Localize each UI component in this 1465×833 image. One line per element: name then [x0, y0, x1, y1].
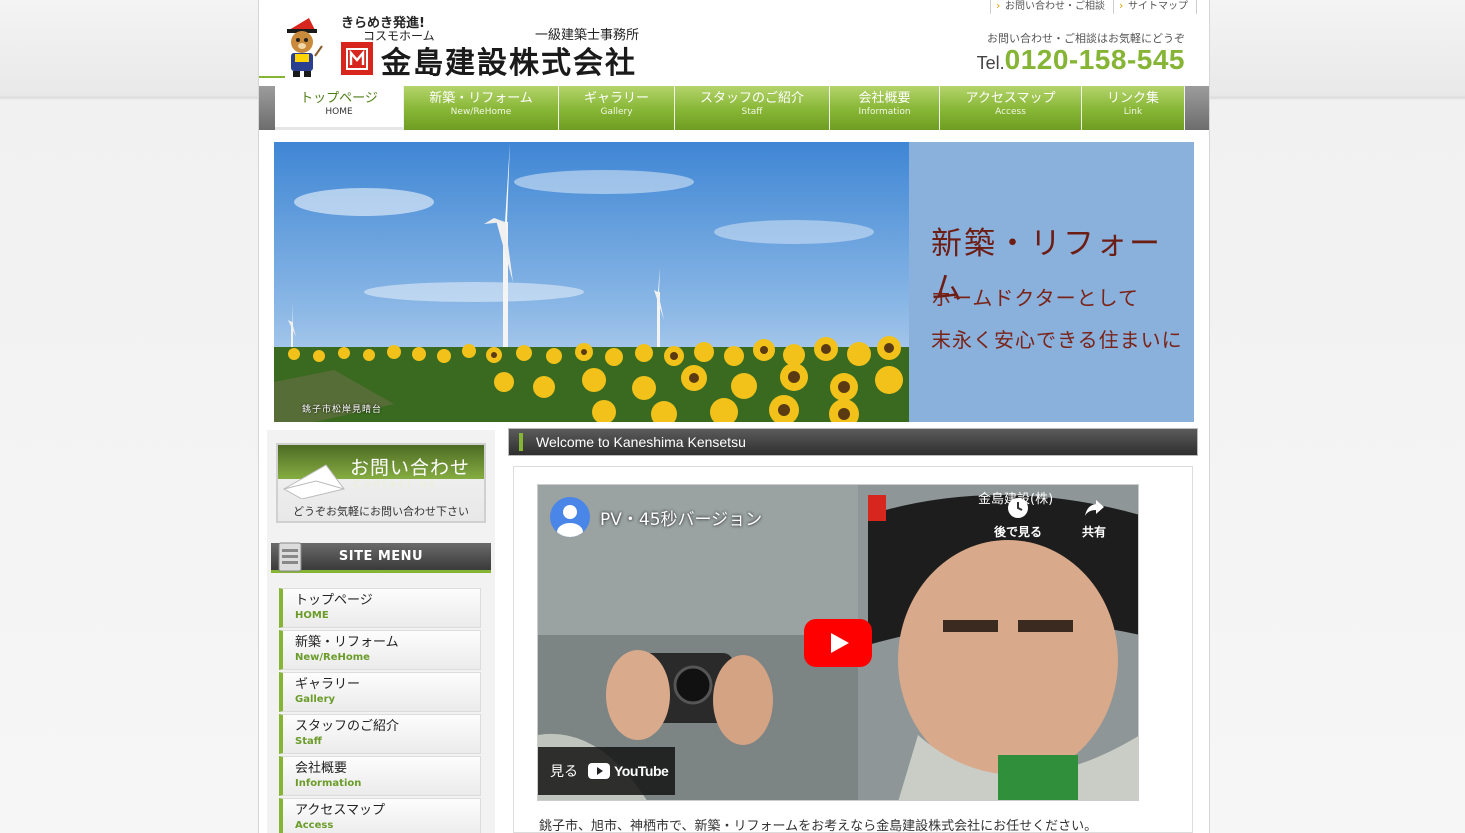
menu-label-en: Information [295, 778, 362, 789]
share-label: 共有 [1081, 525, 1106, 539]
nav-label-en: Gallery [600, 107, 633, 117]
nav-item-home[interactable]: トップページ HOME [275, 86, 404, 130]
contact-subtitle-en: Contact us [354, 479, 438, 490]
video-title[interactable]: PV・45秒バージョン [600, 505, 762, 530]
main-section-header: Welcome to Kaneshima Kensetsu [508, 428, 1198, 456]
contact-caption: どうぞお気軽にお問い合わせ下さい [293, 505, 469, 518]
site-menu-title: SITE MENU [338, 549, 424, 564]
menu-label-en: Access [295, 820, 334, 831]
channel-avatar-icon[interactable] [550, 497, 590, 537]
site-menu-list: トップページ HOME 新築・リフォーム New/ReHome ギャラリー Ga… [279, 588, 481, 833]
menu-label-ja: 新築・リフォーム [295, 635, 399, 650]
tel-number: 0120-158-545 [1004, 44, 1185, 75]
watch-later-button[interactable]: 後で見る [978, 497, 1058, 540]
top-link-sitemap[interactable]: サイトマップ [1113, 0, 1197, 14]
menu-label-ja: アクセスマップ [295, 803, 385, 818]
global-nav: トップページ HOME 新築・リフォーム New/ReHome ギャラリー Ga… [259, 86, 1209, 130]
nav-item-staff[interactable]: スタッフのご紹介 Staff [675, 86, 830, 130]
nav-item-new-rehome[interactable]: 新築・リフォーム New/ReHome [404, 86, 559, 130]
nav-label-ja: スタッフのご紹介 [699, 91, 804, 106]
nav-label-ja: リンク集 [1106, 91, 1159, 106]
menu-label-ja: ギャラリー [295, 677, 361, 692]
section-title: Welcome to Kaneshima Kensetsu [536, 434, 746, 450]
menu-label-en: New/ReHome [295, 652, 370, 663]
nav-label-en: HOME [325, 107, 353, 117]
menu-label-en: Staff [295, 736, 322, 747]
top-utility-links: お問い合わせ・ご相談 サイトマップ [990, 0, 1197, 14]
intro-paragraph: 銚子市、旭市、神栖市で、新築・リフォームをお考えなら金島建設株式会社にお任せくだ… [539, 819, 1098, 833]
watch-later-label: 後で見る [993, 525, 1042, 539]
menu-label-ja: スタッフのご紹介 [295, 719, 400, 734]
menu-item-new-rehome[interactable]: 新築・リフォーム New/ReHome [279, 630, 481, 670]
nav-label-en: Access [995, 107, 1026, 117]
sidebar: お問い合わせ Contact us どうぞお気軽にお問い合わせ下さい SITE … [267, 430, 495, 833]
nav-item-access[interactable]: アクセスマップ Access [940, 86, 1082, 130]
watch-label: 見る [550, 764, 578, 780]
hero-text-panel: 新築・リフォーム ホームドクターとして 末永く安心できる住まいに [909, 142, 1194, 422]
share-icon [1085, 500, 1104, 516]
nav-label-ja: ギャラリー [583, 91, 649, 106]
youtube-logo-icon [588, 763, 610, 779]
nav-end-cap [1187, 86, 1209, 130]
contact-banner[interactable]: お問い合わせ Contact us どうぞお気軽にお問い合わせ下さい [276, 443, 486, 523]
menu-label-ja: トップページ [295, 593, 373, 608]
menu-item-home[interactable]: トップページ HOME [279, 588, 481, 628]
watch-on-youtube-button[interactable]: 見る YouTube [538, 747, 675, 795]
nav-label-en: Staff [741, 107, 763, 117]
youtube-video-embed[interactable]: 金島建設(株) PV・45秒バージョン 後で見る [537, 484, 1139, 801]
menu-item-access[interactable]: アクセスマップ Access [279, 798, 481, 833]
top-link-contact[interactable]: お問い合わせ・ご相談 [990, 0, 1113, 14]
company-name[interactable]: 金島建設株式会社 [381, 38, 637, 82]
site-header: お問い合わせ・ご相談 サイトマップ きらめき発進! コスモホーム 一級建築士事務… [259, 0, 1211, 86]
page-container: お問い合わせ・ご相談 サイトマップ きらめき発進! コスモホーム 一級建築士事務… [258, 0, 1210, 833]
nav-label-en: Link [1123, 107, 1143, 117]
hero-banner: 銚子市松岸見晴台 新築・リフォーム ホームドクターとして 末永く安心できる住まい… [274, 142, 1194, 422]
nav-label-ja: トップページ [300, 91, 378, 106]
nav-label-ja: アクセスマップ [965, 91, 1056, 106]
share-button[interactable]: 共有 [1064, 497, 1124, 540]
phone-number[interactable]: Tel. 0120-158-545 [977, 44, 1185, 76]
menu-item-staff[interactable]: スタッフのご紹介 Staff [279, 714, 481, 754]
clock-icon [1008, 498, 1028, 518]
youtube-wordmark: YouTube [614, 763, 669, 779]
nav-label-ja: 新築・リフォーム [429, 91, 533, 106]
nav-label-en: Information [858, 107, 911, 117]
nav-item-link[interactable]: リンク集 Link [1082, 86, 1185, 130]
header-accent-line [259, 76, 285, 78]
nav-label-ja: 会社概要 [858, 91, 911, 106]
mascot-bear-icon [287, 18, 323, 77]
hero-photo-caption: 銚子市松岸見晴台 [302, 405, 383, 415]
site-menu-header: SITE MENU [271, 542, 491, 573]
header-accent-bar [519, 433, 523, 451]
play-button-icon[interactable] [804, 619, 872, 667]
tel-prefix: Tel. [976, 53, 1005, 73]
menu-label-en: Gallery [295, 694, 336, 705]
nav-item-gallery[interactable]: ギャラリー Gallery [559, 86, 675, 130]
hero-tagline-1: ホームドクターとして [931, 286, 1139, 310]
menu-item-information[interactable]: 会社概要 Information [279, 756, 481, 796]
nav-label-en: New/ReHome [450, 107, 512, 117]
company-logo-icon[interactable] [341, 42, 373, 75]
menu-label-en: HOME [295, 610, 329, 621]
contact-title: お問い合わせ [350, 457, 471, 479]
envelope-icon [282, 464, 345, 499]
nav-item-information[interactable]: 会社概要 Information [830, 86, 940, 130]
menu-label-ja: 会社概要 [295, 761, 348, 776]
menu-item-gallery[interactable]: ギャラリー Gallery [279, 672, 481, 712]
hero-sunflower-photo [274, 142, 909, 422]
hero-tagline-2: 末永く安心できる住まいに [931, 328, 1183, 352]
